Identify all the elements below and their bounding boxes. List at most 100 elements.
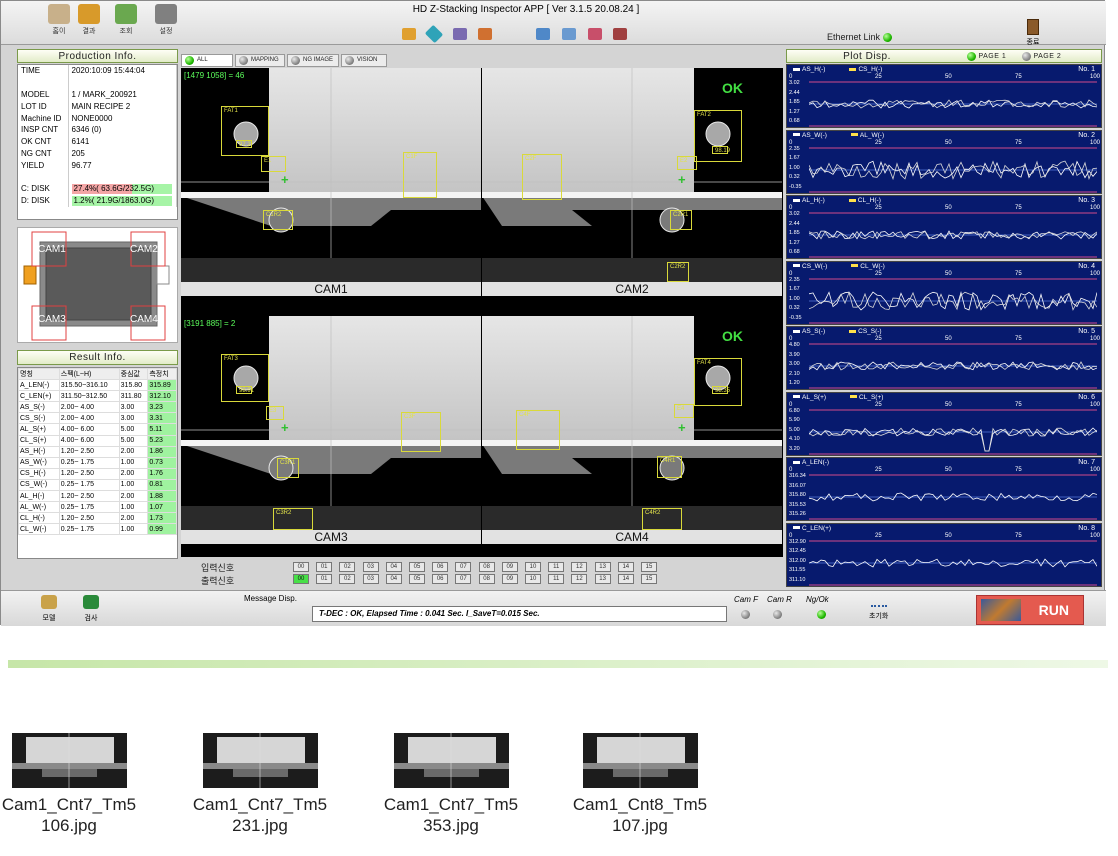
y-tick-label: 2.35	[789, 276, 800, 283]
io-icon[interactable]	[453, 28, 467, 40]
production-value: 6346 (0)	[68, 123, 177, 136]
toolbar-button-search[interactable]: 조회	[111, 4, 141, 42]
stop-icon[interactable]	[613, 28, 627, 40]
file-thumbnail[interactable]: Cam1_Cnt7_Tm5 353.jpg	[377, 733, 525, 836]
roi-label: 97.2	[239, 142, 251, 148]
y-tick-label: 3.00	[789, 361, 800, 367]
plot-legend: AS_W(-) AL_W(-)	[793, 132, 884, 139]
diamond-icon[interactable]	[424, 24, 444, 44]
tab-all[interactable]: ALL	[181, 54, 233, 67]
roi-box[interactable]: 97.2	[236, 140, 252, 148]
y-tick-label: 1.00	[789, 295, 800, 302]
roi-box[interactable]: C4F	[516, 410, 560, 450]
series1-swatch	[793, 264, 800, 268]
inspect-button[interactable]: 검사	[83, 595, 99, 623]
roi-box[interactable]: FAT2	[694, 110, 742, 162]
crosshair-icon: +	[281, 172, 289, 187]
roi-box[interactable]: C1R2	[263, 210, 293, 230]
roi-box[interactable]: E3	[266, 406, 284, 420]
x-tick-label: 75	[1015, 336, 1022, 342]
plot-area	[809, 147, 1097, 192]
y-tick-label: 5.00	[789, 426, 800, 433]
roi-box[interactable]: C4R2	[642, 508, 682, 530]
y-tick-label: 0.68	[789, 118, 800, 124]
tab-vision[interactable]: VISION	[341, 54, 387, 67]
camera-view-4[interactable]: OK FAT4 98.35 C4F E4 C4R1 C4R2 + CAM4	[482, 316, 782, 544]
divider-bar	[8, 660, 1108, 668]
roi-box[interactable]: FAT1	[221, 106, 269, 156]
production-row: INSP CNT 6346 (0)	[18, 123, 177, 136]
page2-radio[interactable]: PAGE 2	[1022, 50, 1061, 63]
light-icon[interactable]	[478, 28, 492, 40]
input-signal-12: 12	[571, 562, 588, 572]
roi-label: E4	[677, 406, 685, 412]
roi-box[interactable]: E1	[261, 156, 286, 172]
roi-box[interactable]: C2R1	[670, 210, 692, 230]
result-row: A_LEN(-) 315.50~316.10 315.80 315.89	[18, 379, 177, 392]
roi-box[interactable]: 98.35	[712, 386, 730, 394]
series2-legend: CL_S(+)	[850, 394, 883, 401]
copy-icon[interactable]	[536, 28, 550, 40]
tab-mapping[interactable]: MAPPING	[235, 54, 285, 67]
y-tick-label: 1.27	[789, 239, 800, 246]
toolbar-button-result[interactable]: 결과	[74, 4, 104, 42]
reset-button[interactable]: 초기화	[869, 595, 888, 621]
roi-box[interactable]: E4	[674, 404, 694, 418]
roi-box[interactable]: C4R1	[657, 456, 682, 478]
roi-box[interactable]: 98.19	[712, 146, 730, 154]
result-row: CL_H(-) 1.20~ 2.50 2.00 1.73	[18, 512, 177, 525]
file-thumbnail[interactable]: Cam1_Cnt8_Tm5 107.jpg	[566, 733, 714, 836]
file-thumbnail[interactable]: Cam1_Cnt7_Tm5 106.jpg	[0, 733, 143, 836]
result-center: 2.00	[118, 490, 149, 503]
camera-icon[interactable]	[402, 28, 416, 40]
camera-view-3[interactable]: [3191 885] = 2 FAT3 98.91 C3F E3 C3R1 C3R2 + CAM…	[181, 316, 481, 544]
result-spec: 4.00~ 6.00	[58, 423, 120, 436]
file-thumbnail[interactable]: Cam1_Cnt7_Tm5 231.jpg	[186, 733, 334, 836]
toolbar-button-home[interactable]: 홈이	[44, 4, 74, 42]
model-button[interactable]: 모델	[41, 595, 57, 623]
roi-label: C2R1	[673, 212, 689, 218]
roi-box[interactable]: FAT4	[694, 358, 742, 406]
roi-box[interactable]: C3R2	[273, 508, 313, 530]
window-icon[interactable]	[562, 28, 576, 40]
camr-led	[773, 609, 782, 620]
roi-box[interactable]: C3R1	[277, 458, 299, 478]
output-signal-04: 04	[385, 574, 402, 584]
x-tick-label: 100	[1090, 467, 1101, 473]
file-name: Cam1_Cnt8_Tm5 107.jpg	[572, 795, 708, 835]
roi-box[interactable]: C2F	[522, 154, 562, 200]
y-tick-label: -0.35	[789, 314, 802, 321]
series2-swatch	[849, 329, 857, 333]
exit-button[interactable]: 종료	[1018, 19, 1048, 47]
camera-view-2[interactable]: OK FAT2 98.19 C2F E2 C2R1 C2R2 + CAM2	[482, 68, 782, 296]
page1-radio[interactable]: PAGE 1	[967, 50, 1006, 63]
disk-usage-bar: 27.4%( 63.6G/232.5G)	[71, 183, 172, 194]
door-icon	[1027, 19, 1039, 35]
production-row	[18, 171, 177, 183]
plot-number: No. 2	[1078, 131, 1095, 139]
roi-box[interactable]: FAT3	[221, 354, 269, 402]
camera-view-1[interactable]: [1479 1058] = 46 FAT1 97.2 C1F E1 C1R2 + CAM1	[181, 68, 481, 296]
roi-label: C3F	[404, 414, 416, 420]
production-value-text: NONE0000	[71, 113, 113, 123]
roi-box[interactable]: E2	[677, 156, 697, 170]
cam4-marker: CAM4	[130, 314, 158, 325]
toolbar-button-settings[interactable]: 설정	[151, 4, 181, 42]
result-measured: 3.23	[147, 401, 177, 414]
roi-box[interactable]: 98.91	[236, 386, 254, 394]
file-name: Cam1_Cnt7_Tm5 353.jpg	[383, 795, 519, 835]
plot-number: No. 3	[1078, 197, 1095, 204]
roi-box[interactable]: C2R2	[667, 262, 689, 282]
input-signal-11: 11	[548, 562, 565, 572]
result-name: CS_H(-)	[18, 467, 60, 480]
input-signal-08: 08	[478, 562, 495, 572]
grid-icon[interactable]	[588, 28, 602, 40]
roi-box[interactable]: C3F	[401, 412, 441, 452]
y-tick-label: 0.68	[789, 249, 800, 255]
run-button[interactable]: RUN	[976, 595, 1084, 625]
y-tick-label: 2.10	[789, 370, 800, 377]
roi-box[interactable]: C1F	[403, 152, 437, 198]
tab-ng-image[interactable]: NG IMAGE	[287, 54, 339, 67]
result-measured: 0.73	[147, 456, 177, 469]
production-key: Machine ID	[18, 112, 69, 124]
